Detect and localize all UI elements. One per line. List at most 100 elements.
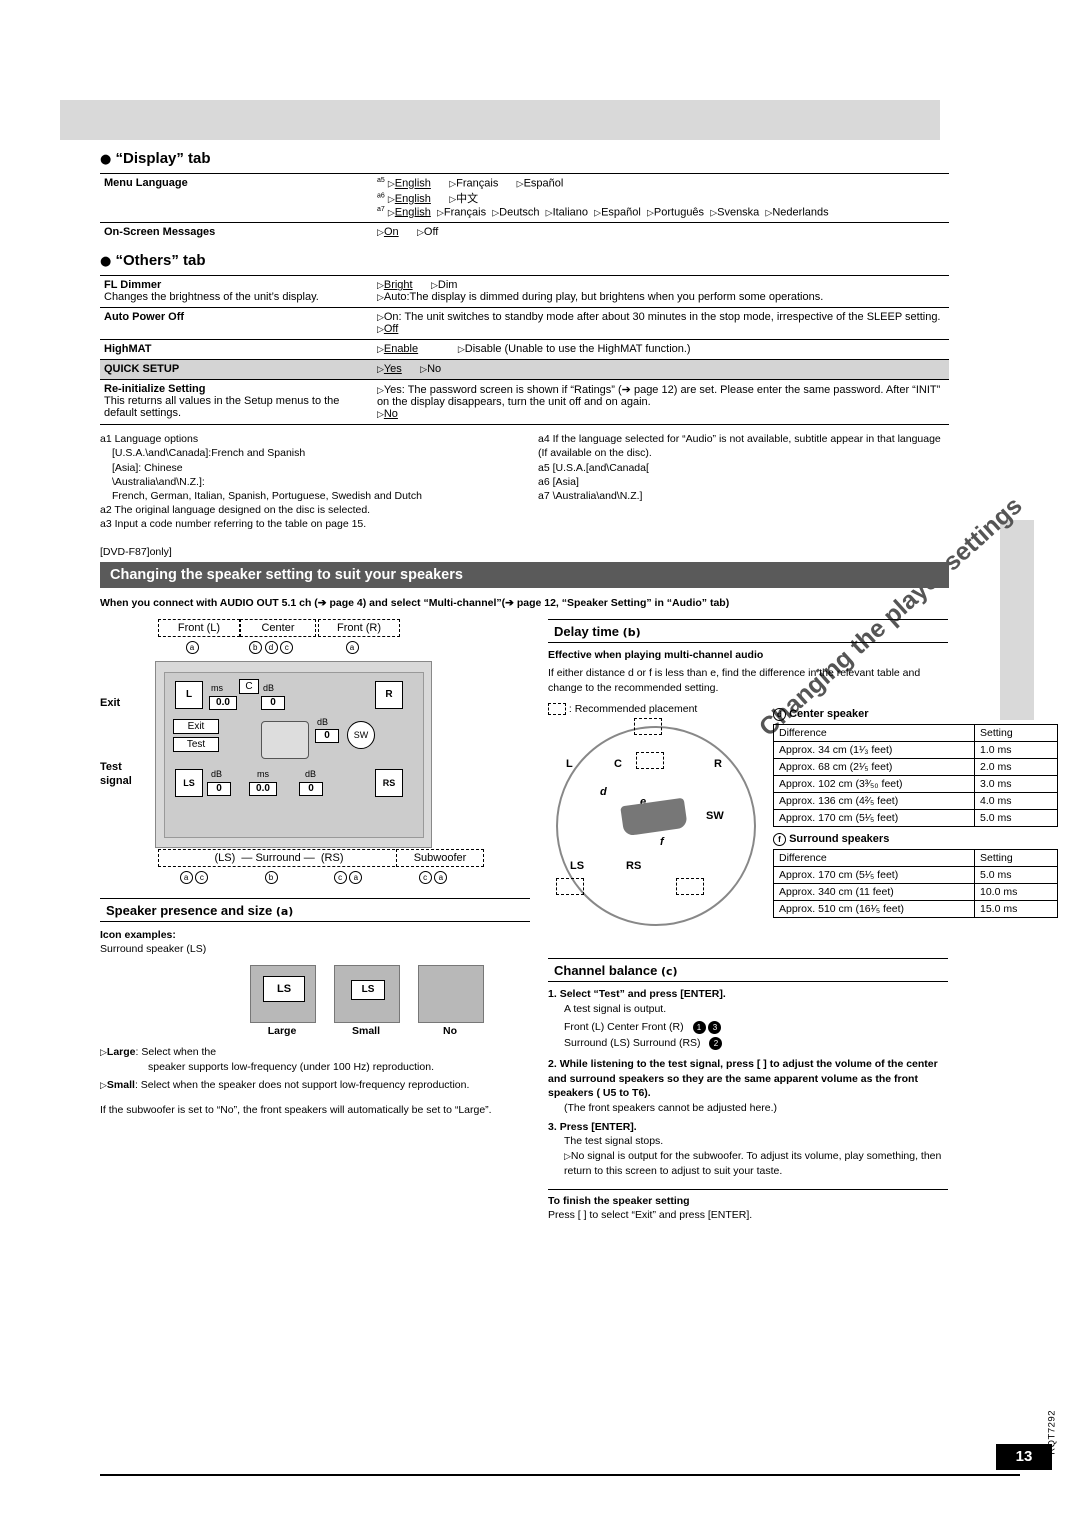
delay-content: : Recommended placement L C R d e xyxy=(548,702,1058,949)
manual-page: Changing the player settings ● “Display”… xyxy=(0,0,1080,1528)
speaker-large-icon: LS xyxy=(250,964,316,1023)
marker-a-icon: (a) xyxy=(275,904,294,918)
markers-subwoofer: c a xyxy=(396,870,470,884)
marker-c-icon: (c) xyxy=(660,965,678,979)
label-ms: ms xyxy=(211,682,223,693)
label-surround-row: (LS) — Surround — (RS) xyxy=(158,848,400,867)
dashed-rs xyxy=(676,878,704,896)
footnotes-right: a4 If the language selected for “Audio” … xyxy=(538,433,941,502)
table-header-row: Difference Setting xyxy=(773,723,1058,742)
table-row: Auto Power Off ▷On: The unit switches to… xyxy=(100,307,949,340)
center-speaker-title: d Center speaker xyxy=(773,707,1058,721)
value-db-rs: 0 xyxy=(299,781,323,796)
subwoofer-graphic xyxy=(261,720,309,759)
delay-time-heading: Delay time (b) xyxy=(548,618,948,643)
channel-balance-heading: Channel balance (c) xyxy=(548,958,948,983)
dashed-box-icon xyxy=(548,702,566,715)
side-grey-band xyxy=(1000,520,1034,720)
test-signal-row-1: Front (L) Center Front (R) 1 3 xyxy=(548,1020,948,1035)
dashed-ls xyxy=(556,878,584,896)
label-front-l: Front (L) xyxy=(158,618,240,637)
balance-steps: 1. Select “Test” and press [ENTER]. A te… xyxy=(548,987,948,1178)
value-delay-surround: 0.0 xyxy=(249,781,277,796)
table-row: Approx. 136 cm (4²⁄₅ feet) 4.0 ms xyxy=(773,791,1058,810)
footnotes-left: a1 Language options [U.S.A.\and\Canada]:… xyxy=(100,433,422,531)
table-row: Approx. 34 cm (1¹⁄₃ feet) 1.0 ms xyxy=(773,740,1058,759)
row-label: On-Screen Messages xyxy=(100,222,374,243)
col-difference: Difference xyxy=(773,723,975,742)
icon-caption: Small xyxy=(351,1024,380,1037)
speaker-small-icon: LS xyxy=(334,964,400,1023)
surround-speakers-title: f Surround speakers xyxy=(773,832,1058,846)
display-tab-heading: ● “Display” tab xyxy=(100,150,211,167)
label-db-ls: dB xyxy=(211,768,223,779)
label-center: Center xyxy=(240,618,316,637)
col-difference: Difference xyxy=(773,848,975,867)
table-row: FL Dimmer Changes the brightness of the … xyxy=(100,275,949,308)
row-value: ▷On: The unit switches to standby mode a… xyxy=(372,307,949,340)
row-label: Menu Language xyxy=(100,172,374,223)
icon-example-small: LS Small xyxy=(334,964,400,1037)
speaker-setup-diagram: Front (L) Center Front (R) a b d c a L m… xyxy=(100,618,530,894)
dashed-center xyxy=(636,752,664,770)
table-row: Re-initialize Setting This returns all v… xyxy=(100,379,949,426)
diagram-label-sw: SW xyxy=(706,810,724,823)
col-setting: Setting xyxy=(974,848,1058,867)
icon-examples-sub: Surround speaker (LS) xyxy=(100,943,207,956)
diagram-label-r: R xyxy=(714,758,722,771)
test-signal-row-2: Surround (LS) Surround (RS) 2 xyxy=(548,1036,948,1051)
table-row: On-Screen Messages ▷On ▷Off xyxy=(100,222,949,243)
others-tab-heading: ● “Others” tab xyxy=(100,252,206,270)
delay-tables-col: d Center speaker Difference Setting Appr… xyxy=(773,702,1058,949)
markers-center: b d c xyxy=(240,640,302,654)
right-column: Delay time (b) Effective when playing mu… xyxy=(548,618,1058,1223)
delay-diagram-col: : Recommended placement L C R d e xyxy=(548,702,763,949)
speaker-ls-icon: LS xyxy=(175,768,203,797)
content: ● “Display” tab Menu Language a5 ▷Englis… xyxy=(100,150,1058,1223)
subwoofer-icon: SW xyxy=(347,720,375,749)
speaker-right-icon: R xyxy=(375,680,403,709)
icon-examples-label: Icon examples: xyxy=(100,928,176,941)
finish-text: Press [ ] to select “Exit” and press [EN… xyxy=(548,1209,753,1222)
large-description: ▷Large: Select when the speaker supports… xyxy=(100,1045,434,1073)
osd-inner-panel: L ms C dB R 0.0 0 Exit Test dB 0 SW LS d… xyxy=(164,671,424,838)
table-header-row: Difference Setting xyxy=(773,848,1058,867)
room-diagram: L C R d e SW f LS RS xyxy=(548,718,763,948)
label-ms-surround: ms xyxy=(257,768,269,779)
dashed-center-top xyxy=(634,718,662,736)
speaker-center-icon: C xyxy=(239,678,259,694)
icon-caption: No xyxy=(443,1024,457,1037)
row-value: ▷Yes ▷No xyxy=(372,359,949,380)
exit-button[interactable]: Exit xyxy=(173,718,219,734)
display-tab-table: Menu Language a5 ▷English ▷Français ▷Esp… xyxy=(100,172,949,243)
test-callout-label: Test xyxy=(100,760,122,773)
value-delay-front: 0.0 xyxy=(209,695,237,710)
markers-rs: c a xyxy=(312,870,384,884)
header-band xyxy=(60,100,940,140)
row-value: ▷On ▷Off xyxy=(373,222,949,243)
speaker-no-icon xyxy=(418,964,484,1023)
section-marker-icon: ● xyxy=(100,152,112,167)
markers-mid: b xyxy=(240,870,302,884)
markers-front-r: a xyxy=(318,640,386,654)
footnotes: a1 Language options [U.S.A.\and\Canada]:… xyxy=(100,432,960,531)
table-row: Approx. 68 cm (2¹⁄₅ feet) 2.0 ms xyxy=(773,757,1058,776)
label-db-sw: dB xyxy=(317,716,329,727)
center-speaker-table: Difference Setting Approx. 34 cm (1¹⁄₃ f… xyxy=(773,723,1058,827)
diagram-label-d: d xyxy=(600,786,607,799)
speaker-rs-icon: RS xyxy=(375,768,403,797)
value-db-ls: 0 xyxy=(207,781,231,796)
table-row-quick-setup: QUICK SETUP ▷Yes ▷No xyxy=(100,359,949,380)
osd-panel: L ms C dB R 0.0 0 Exit Test dB 0 SW LS d… xyxy=(155,660,432,848)
markers-front-l: a xyxy=(158,640,226,654)
test-button[interactable]: Test xyxy=(173,736,219,752)
row-value: ▷Bright ▷Dim ▷Auto:The display is dimmed… xyxy=(372,275,949,308)
markers-ls: a c xyxy=(158,870,230,884)
table-row: Approx. 510 cm (16¹⁄₅ feet) 15.0 ms xyxy=(773,899,1058,918)
label-db: dB xyxy=(263,682,275,693)
row-value: ▷Enable ▷Disable (Unable to use the High… xyxy=(372,339,949,360)
small-description: ▷Small: Select when the speaker does not… xyxy=(100,1079,470,1092)
footer-rule xyxy=(100,1474,1020,1476)
value-db-sw: 0 xyxy=(315,728,339,743)
col-setting: Setting xyxy=(974,723,1058,742)
